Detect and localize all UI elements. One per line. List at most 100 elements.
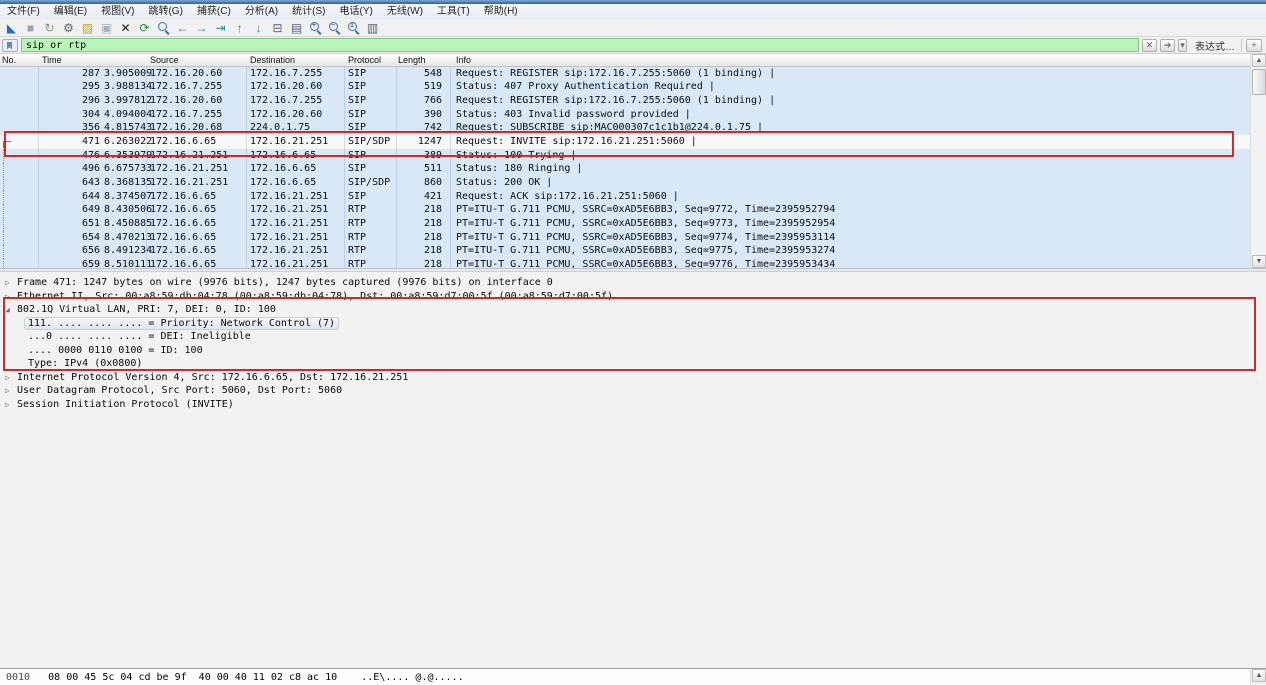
filter-bookmark-icon[interactable] bbox=[2, 39, 18, 52]
packet-row-644[interactable]: 6448.374507172.16.6.65172.16.21.251SIP42… bbox=[0, 190, 1266, 204]
column-header-destination[interactable]: Destination bbox=[250, 55, 295, 65]
cell-src: 172.16.20.60 bbox=[150, 95, 222, 106]
cell-src: 172.16.21.251 bbox=[150, 150, 228, 161]
cell-len: 421 bbox=[424, 191, 442, 202]
packet-row-296[interactable]: 2963.997812172.16.20.60172.16.7.255SIP76… bbox=[0, 94, 1266, 108]
packet-list-scrollbar[interactable]: ▲ ▼ bbox=[1250, 54, 1266, 268]
packet-list-header[interactable]: No. Time Source Destination Protocol Length In… bbox=[0, 54, 1266, 67]
detail-line-6[interactable]: Type: IPv4 (0x0800) bbox=[0, 357, 1266, 371]
menu-item-8[interactable]: 无线(W) bbox=[380, 4, 430, 19]
column-separator bbox=[450, 67, 451, 268]
go-back-icon[interactable]: ← bbox=[173, 20, 192, 36]
capture-options-icon[interactable]: ⚙ bbox=[59, 20, 78, 36]
packet-row-356[interactable]: 3564.815743172.16.20.68224.0.1.75SIP742R… bbox=[0, 122, 1266, 136]
detail-line-5[interactable]: .... 0000 0110 0100 = ID: 100 bbox=[0, 344, 1266, 358]
open-file-icon[interactable]: ▨ bbox=[78, 20, 97, 36]
stop-capture-icon[interactable]: ■ bbox=[21, 20, 40, 36]
goto-packet-icon[interactable]: ⇥ bbox=[211, 20, 230, 36]
menu-item-10[interactable]: 帮助(H) bbox=[477, 4, 525, 19]
display-filter-input[interactable] bbox=[21, 38, 1139, 52]
colorize-icon[interactable]: ▤ bbox=[287, 20, 306, 36]
packet-row-287[interactable]: 2873.905009172.16.20.60172.16.7.255SIP54… bbox=[0, 67, 1266, 81]
go-bottom-icon[interactable]: ↓ bbox=[249, 20, 268, 36]
packet-row-295[interactable]: 2953.988134172.16.7.255172.16.20.60SIP51… bbox=[0, 81, 1266, 95]
save-file-icon[interactable]: ▣ bbox=[97, 20, 116, 36]
packet-row-304[interactable]: 3044.094004172.16.7.255172.16.20.60SIP39… bbox=[0, 108, 1266, 122]
menu-item-1[interactable]: 编辑(E) bbox=[47, 4, 94, 19]
resize-columns-icon[interactable]: ▥ bbox=[363, 20, 382, 36]
autoscroll-icon[interactable]: ⊟ bbox=[268, 20, 287, 36]
zoom-out-icon[interactable]: − bbox=[325, 20, 344, 36]
zoom-in-icon[interactable]: + bbox=[306, 20, 325, 36]
menu-item-9[interactable]: 工具(T) bbox=[430, 4, 477, 19]
clear-filter-button[interactable]: ✕ bbox=[1142, 39, 1157, 52]
find-packet-icon[interactable] bbox=[154, 20, 173, 36]
column-header-no[interactable]: No. bbox=[2, 55, 16, 65]
column-header-length[interactable]: Length bbox=[398, 55, 426, 65]
packet-row-654[interactable]: 6548.470213172.16.6.65172.16.21.251RTP21… bbox=[0, 231, 1266, 245]
detail-line-1[interactable]: ▷Ethernet II, Src: 00:a8:59:db:04:78 (00… bbox=[0, 290, 1266, 304]
packet-row-643[interactable]: 6438.368135172.16.21.251172.16.6.65SIP/S… bbox=[0, 177, 1266, 191]
conversation-line-indicator bbox=[3, 163, 4, 177]
go-forward-icon[interactable]: → bbox=[192, 20, 211, 36]
detail-line-3[interactable]: 111. .... .... .... = Priority: Network … bbox=[0, 317, 1266, 331]
menu-item-6[interactable]: 统计(S) bbox=[285, 4, 332, 19]
column-header-source[interactable]: Source bbox=[150, 55, 179, 65]
menu-item-2[interactable]: 视图(V) bbox=[94, 4, 141, 19]
expander-collapsed-icon[interactable]: ▷ bbox=[5, 276, 10, 290]
packet-row-656[interactable]: 6568.491234172.16.6.65172.16.21.251RTP21… bbox=[0, 245, 1266, 259]
menu-item-7[interactable]: 电话(Y) bbox=[333, 4, 380, 19]
detail-text: Session Initiation Protocol (INVITE) bbox=[17, 398, 234, 412]
stop-capture-icon: ■ bbox=[27, 20, 34, 36]
expander-collapsed-icon[interactable]: ▷ bbox=[5, 384, 10, 398]
detail-line-4[interactable]: ...0 .... .... .... = DEI: Ineligible bbox=[0, 330, 1266, 344]
detail-line-2[interactable]: ◢802.1Q Virtual LAN, PRI: 7, DEI: 0, ID:… bbox=[0, 303, 1266, 317]
detail-line-7[interactable]: ▷Internet Protocol Version 4, Src: 172.1… bbox=[0, 371, 1266, 385]
packet-row-651[interactable]: 6518.450885172.16.6.65172.16.21.251RTP21… bbox=[0, 218, 1266, 232]
packet-row-659[interactable]: 6598.510111172.16.6.65172.16.21.251RTP21… bbox=[0, 259, 1266, 268]
column-header-time[interactable]: Time bbox=[42, 55, 62, 65]
hex-dump-row[interactable]: 0010 08 00 45 5c 04 cd be 9f 40 00 40 11… bbox=[6, 672, 464, 683]
hex-dump-pane[interactable]: 0010 08 00 45 5c 04 cd be 9f 40 00 40 11… bbox=[0, 668, 1266, 685]
hex-scroll-up-arrow-icon[interactable]: ▲ bbox=[1252, 669, 1266, 682]
close-file-icon[interactable]: ✕ bbox=[116, 20, 135, 36]
menu-item-3[interactable]: 跳转(G) bbox=[141, 4, 189, 19]
menu-item-5[interactable]: 分析(A) bbox=[238, 4, 285, 19]
column-header-protocol[interactable]: Protocol bbox=[348, 55, 381, 65]
expander-collapsed-icon[interactable]: ▷ bbox=[5, 398, 10, 412]
apply-filter-button[interactable]: ➔ bbox=[1160, 39, 1175, 52]
column-header-info[interactable]: Info bbox=[456, 55, 471, 65]
packet-row-649[interactable]: 6498.430506172.16.6.65172.16.21.251RTP21… bbox=[0, 204, 1266, 218]
scrollbar-thumb[interactable] bbox=[1252, 69, 1266, 95]
packet-row-471[interactable]: 4716.263022172.16.6.65172.16.21.251SIP/S… bbox=[0, 135, 1266, 149]
packet-row-496[interactable]: 4966.675733172.16.21.251172.16.6.65SIP51… bbox=[0, 163, 1266, 177]
add-filter-button[interactable]: + bbox=[1246, 39, 1262, 52]
magnifier-handle bbox=[335, 30, 340, 35]
cell-no: 496 bbox=[82, 163, 100, 174]
filter-history-caret[interactable]: ▾ bbox=[1178, 39, 1187, 52]
detail-line-8[interactable]: ▷User Datagram Protocol, Src Port: 5060,… bbox=[0, 384, 1266, 398]
expression-button[interactable]: 表达式… bbox=[1195, 38, 1235, 53]
reload-icon[interactable]: ⟳ bbox=[135, 20, 154, 36]
cell-info: PT=ITU-T G.711 PCMU, SSRC=0xAD5E6BB3, Se… bbox=[456, 232, 835, 243]
cell-info: Status: 403 Invalid password provided | bbox=[456, 109, 691, 120]
scroll-down-arrow-icon[interactable]: ▼ bbox=[1252, 255, 1266, 268]
go-forward-icon: → bbox=[196, 20, 208, 36]
open-file-icon: ▨ bbox=[82, 20, 93, 36]
restart-capture-icon[interactable]: ↻ bbox=[40, 20, 59, 36]
hex-pane-scrollbar[interactable]: ▲ bbox=[1250, 669, 1266, 685]
filter-bar: ✕ ➔ ▾ 表达式… + bbox=[0, 37, 1266, 54]
go-top-icon[interactable]: ↑ bbox=[230, 20, 249, 36]
zoom-original-icon[interactable]: 1 bbox=[344, 20, 363, 36]
cell-len: 548 bbox=[424, 68, 442, 79]
menu-item-0[interactable]: 文件(F) bbox=[0, 4, 47, 19]
packet-row-476[interactable]: 4766.353979172.16.21.251172.16.6.65SIP38… bbox=[0, 149, 1266, 163]
detail-line-0[interactable]: ▷Frame 471: 1247 bytes on wire (9976 bit… bbox=[0, 276, 1266, 290]
expander-collapsed-icon[interactable]: ▷ bbox=[5, 290, 10, 304]
expander-expanded-icon[interactable]: ◢ bbox=[5, 303, 10, 317]
scroll-up-arrow-icon[interactable]: ▲ bbox=[1252, 54, 1266, 67]
shark-fin-start-capture-icon[interactable]: ◣ bbox=[2, 20, 21, 36]
detail-line-9[interactable]: ▷ Session Initiation Protocol (INVITE) bbox=[0, 398, 1266, 412]
expander-collapsed-icon[interactable]: ▷ bbox=[5, 371, 10, 385]
menu-item-4[interactable]: 捕获(C) bbox=[190, 4, 238, 19]
